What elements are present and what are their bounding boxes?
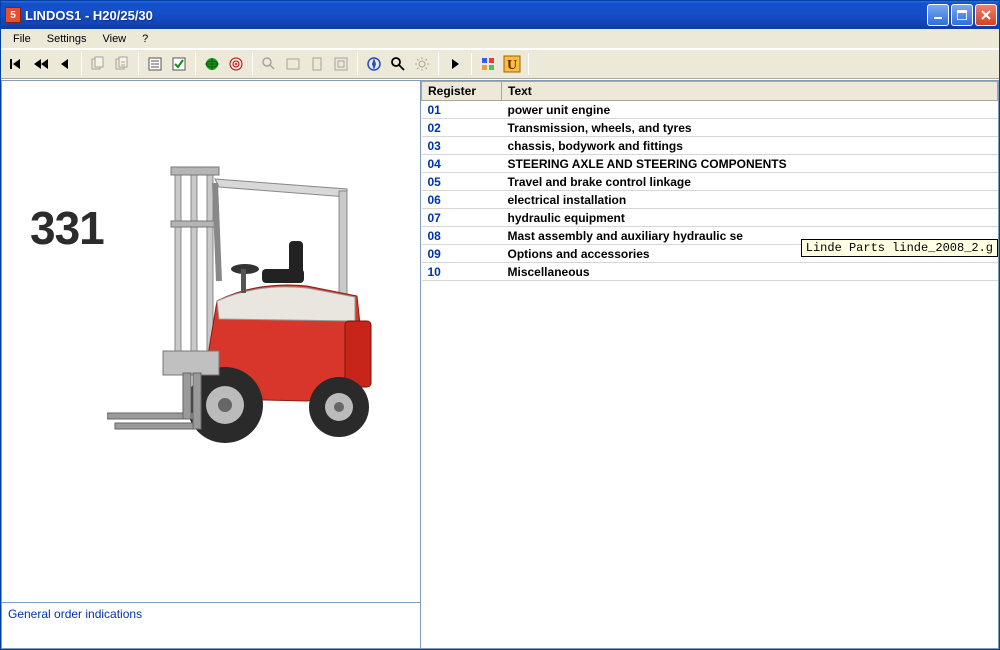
toolbar-separator xyxy=(81,53,82,75)
table-row[interactable]: 03chassis, bodywork and fittings xyxy=(422,137,998,155)
menu-view[interactable]: View xyxy=(94,31,134,47)
maximize-button[interactable] xyxy=(951,4,973,26)
col-header-text[interactable]: Text xyxy=(502,82,998,101)
table-row[interactable]: 07hydraulic equipment xyxy=(422,209,998,227)
toolbar-separator xyxy=(357,53,358,75)
table-row[interactable]: 10Miscellaneous xyxy=(422,263,998,281)
search-button[interactable] xyxy=(386,52,410,76)
close-button[interactable] xyxy=(975,4,997,26)
tooltip: Linde Parts linde_2008_2.g xyxy=(801,239,998,257)
app-window: 5 LINDOS1 - H20/25/30 File Settings View… xyxy=(0,0,1000,650)
text-cell: STEERING AXLE AND STEERING COMPONENTS xyxy=(502,155,998,173)
fit-page-button[interactable] xyxy=(305,52,329,76)
register-cell: 02 xyxy=(422,119,502,137)
table-row[interactable]: 04STEERING AXLE AND STEERING COMPONENTS xyxy=(422,155,998,173)
list-button[interactable] xyxy=(143,52,167,76)
register-cell: 08 xyxy=(422,227,502,245)
nav-fast-back-button[interactable] xyxy=(29,52,53,76)
table-row[interactable]: 01power unit engine xyxy=(422,101,998,119)
target-button[interactable] xyxy=(224,52,248,76)
register-cell: 10 xyxy=(422,263,502,281)
text-cell: hydraulic equipment xyxy=(502,209,998,227)
text-cell: Travel and brake control linkage xyxy=(502,173,998,191)
toolbar-separator xyxy=(438,53,439,75)
svg-text:U: U xyxy=(507,58,517,73)
table-row[interactable]: 05Travel and brake control linkage xyxy=(422,173,998,191)
toolbar-separator xyxy=(528,53,529,75)
right-pane: Register Text 01power unit engine02Trans… xyxy=(421,80,999,649)
zoom-button[interactable] xyxy=(257,52,281,76)
text-cell: chassis, bodywork and fittings xyxy=(502,137,998,155)
globe-button[interactable] xyxy=(200,52,224,76)
title-bar: 5 LINDOS1 - H20/25/30 xyxy=(1,1,999,29)
register-cell: 04 xyxy=(422,155,502,173)
nav-back-button[interactable] xyxy=(53,52,77,76)
window-title: LINDOS1 - H20/25/30 xyxy=(25,8,927,23)
paste-page-button[interactable] xyxy=(110,52,134,76)
toolbar-separator xyxy=(195,53,196,75)
register-cell: 09 xyxy=(422,245,502,263)
menu-bar: File Settings View ? xyxy=(1,29,999,49)
menu-help[interactable]: ? xyxy=(134,31,156,47)
toolbar-separator xyxy=(471,53,472,75)
settings-gear-button[interactable] xyxy=(410,52,434,76)
checklist-button[interactable] xyxy=(167,52,191,76)
text-cell: Miscellaneous xyxy=(502,263,998,281)
table-row[interactable]: 02Transmission, wheels, and tyres xyxy=(422,119,998,137)
window-controls xyxy=(927,4,997,26)
col-header-register[interactable]: Register xyxy=(422,82,502,101)
toolbar-separator xyxy=(252,53,253,75)
grid-button[interactable] xyxy=(476,52,500,76)
copy-page-button[interactable] xyxy=(86,52,110,76)
text-cell: electrical installation xyxy=(502,191,998,209)
general-order-link[interactable]: General order indications xyxy=(2,602,420,648)
register-cell: 06 xyxy=(422,191,502,209)
toolbar: U xyxy=(1,49,999,79)
fit-width-button[interactable] xyxy=(281,52,305,76)
text-cell: Transmission, wheels, and tyres xyxy=(502,119,998,137)
register-cell: 01 xyxy=(422,101,502,119)
content-area: 331 xyxy=(1,79,999,649)
model-number: 331 xyxy=(30,201,104,255)
toolbar-separator xyxy=(138,53,139,75)
u-button[interactable]: U xyxy=(500,52,524,76)
minimize-button[interactable] xyxy=(927,4,949,26)
compass-button[interactable] xyxy=(362,52,386,76)
register-cell: 05 xyxy=(422,173,502,191)
forklift-illustration xyxy=(107,161,397,461)
nav-first-button[interactable] xyxy=(5,52,29,76)
nav-forward-button[interactable] xyxy=(443,52,467,76)
menu-settings[interactable]: Settings xyxy=(39,31,95,47)
table-row[interactable]: 06electrical installation xyxy=(422,191,998,209)
left-pane: 331 xyxy=(1,80,421,649)
model-image-area: 331 xyxy=(2,81,420,602)
actual-size-button[interactable] xyxy=(329,52,353,76)
register-cell: 03 xyxy=(422,137,502,155)
text-cell: power unit engine xyxy=(502,101,998,119)
register-cell: 07 xyxy=(422,209,502,227)
app-icon: 5 xyxy=(5,7,21,23)
menu-file[interactable]: File xyxy=(5,31,39,47)
